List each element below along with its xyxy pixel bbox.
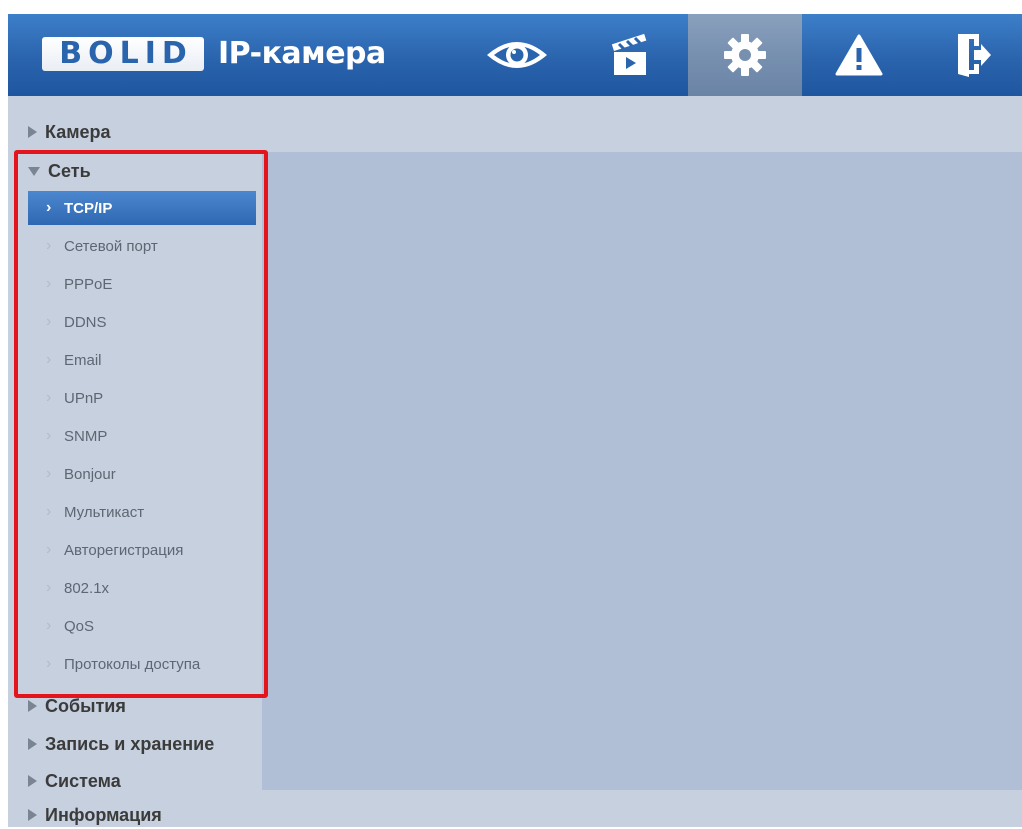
submenu-ddns[interactable]: › DDNS [28,305,256,339]
submenu-multicast[interactable]: › Мультикаст [28,495,256,529]
submenu-bonjour[interactable]: › Bonjour [28,457,256,491]
expand-arrow-icon [28,775,37,787]
chevron-right-icon: › [46,427,52,444]
submenu-email-label: Email [64,351,102,369]
nav-playback[interactable] [574,14,688,96]
menu-system-label: Система [45,770,121,791]
chevron-right-icon: › [46,465,52,482]
expand-arrow-icon [28,126,37,138]
chevron-right-icon: › [46,275,52,292]
nav-alarm[interactable] [802,14,916,96]
submenu-qos[interactable]: › QoS [28,609,256,643]
chevron-right-icon: › [46,503,52,520]
top-bar: BOLID IP-камера [8,14,1022,96]
expand-arrow-icon [28,809,37,821]
clapperboard-icon [611,33,647,75]
chevron-right-icon: › [46,199,52,216]
app-title: IP-камера [218,36,386,71]
submenu-qos-label: QoS [64,617,95,635]
submenu-tcpip[interactable]: › TCP/IP [28,191,256,225]
submenu-snmp[interactable]: › SNMP [28,419,256,453]
menu-network-label: Сеть [48,160,91,181]
bolid-logo: BOLID [42,37,204,71]
submenu-auto-register[interactable]: › Авторегистрация [28,533,256,567]
nav-settings[interactable] [688,14,802,96]
submenu-pppoe[interactable]: › PPPoE [28,267,256,301]
nav-live-view[interactable] [460,14,574,96]
submenu-8021x-label: 802.1x [64,579,110,597]
chevron-right-icon: › [46,655,52,672]
submenu-tcpip-label: TCP/IP [64,199,113,217]
submenu-ddns-label: DDNS [64,313,107,331]
gear-icon [724,34,766,76]
chevron-right-icon: › [46,541,52,558]
submenu-network-port-label: Сетевой порт [64,237,158,255]
nav-logout[interactable] [916,14,1022,96]
submenu-access-protocols[interactable]: › Протоколы доступа [28,647,256,681]
menu-camera[interactable]: Камера [28,118,111,146]
submenu-bonjour-label: Bonjour [64,465,116,483]
settings-content-panel [262,152,1022,790]
submenu-auto-register-label: Авторегистрация [64,541,184,559]
chevron-right-icon: › [46,579,52,596]
menu-info[interactable]: Информация [28,801,162,829]
warning-icon [835,34,883,76]
chevron-right-icon: › [46,313,52,330]
expand-arrow-icon [28,738,37,750]
submenu-network-port[interactable]: › Сетевой порт [28,229,256,263]
submenu-email[interactable]: › Email [28,343,256,377]
menu-camera-label: Камера [45,121,111,142]
submenu-access-protocols-label: Протоколы доступа [64,655,201,673]
exit-door-icon [958,34,991,77]
submenu-upnp[interactable]: › UPnP [28,381,256,415]
submenu-pppoe-label: PPPoE [64,275,113,293]
menu-info-label: Информация [45,804,162,825]
submenu-upnp-label: UPnP [64,389,104,407]
chevron-right-icon: › [46,351,52,368]
collapse-arrow-icon [28,166,40,176]
menu-network[interactable]: Сеть [28,157,91,185]
logo-text: BOLID [59,37,193,71]
menu-system[interactable]: Система [28,767,121,795]
submenu-8021x[interactable]: › 802.1x [28,571,256,605]
menu-events[interactable]: События [28,692,126,720]
menu-events-label: События [45,695,126,716]
expand-arrow-icon [28,700,37,712]
menu-recording[interactable]: Запись и хранение [28,730,214,758]
submenu-multicast-label: Мультикаст [64,503,145,521]
eye-icon [487,42,547,68]
chevron-right-icon: › [46,389,52,406]
chevron-right-icon: › [46,617,52,634]
submenu-snmp-label: SNMP [64,427,108,445]
chevron-right-icon: › [46,237,52,254]
menu-recording-label: Запись и хранение [45,733,215,754]
